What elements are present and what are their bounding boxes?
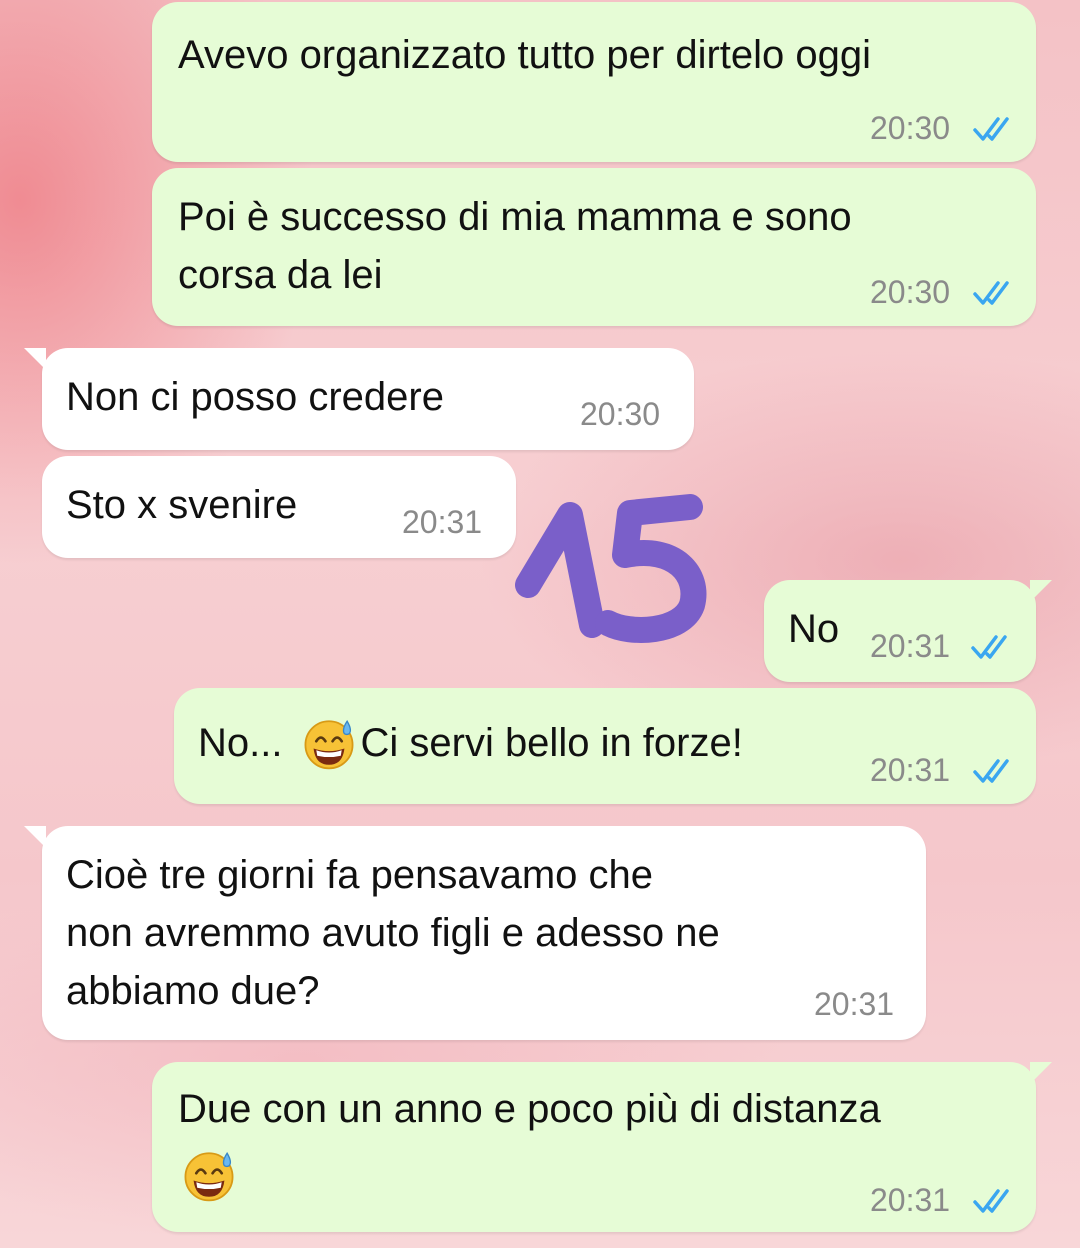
message-time: 20:30: [580, 396, 661, 432]
grinning-sweat-emoji-icon: [305, 719, 354, 770]
message-outgoing[interactable]: Due con un anno e poco più di distanza 2…: [152, 1062, 1052, 1232]
message-text: Cioè tre giorni fa pensavamo che non avr…: [66, 853, 720, 1013]
message-text: No: [788, 607, 840, 651]
message-text: No... Ci servi bello in forze!: [198, 714, 743, 772]
message-incoming[interactable]: Sto x svenire 20:31: [42, 456, 516, 558]
grinning-sweat-emoji-icon: [184, 1151, 234, 1202]
message-text: Sto x svenire: [66, 483, 298, 527]
read-receipt-icon: [973, 281, 1009, 305]
message-time: 20:31: [870, 1182, 951, 1218]
read-receipt-icon: [973, 117, 1009, 141]
read-receipt-icon: [973, 1189, 1009, 1213]
message-time: 20:30: [870, 274, 951, 310]
message-outgoing[interactable]: Poi è successo di mia mamma e sono corsa…: [152, 168, 1036, 326]
handwritten-15-overlay: 15: [515, 494, 707, 643]
message-time: 20:31: [814, 986, 895, 1022]
message-text-after: Ci servi bello in forze!: [360, 721, 743, 765]
message-outgoing[interactable]: Avevo organizzato tutto per dirtelo oggi…: [152, 2, 1036, 162]
message-time: 20:31: [870, 628, 951, 664]
message-time: 20:31: [402, 504, 483, 540]
read-receipt-icon: [973, 759, 1009, 783]
message-outgoing[interactable]: No 20:31: [764, 580, 1052, 682]
message-time: 20:30: [870, 110, 951, 146]
read-receipt-icon: [971, 635, 1007, 659]
message-text: Poi è successo di mia mamma e sono corsa…: [178, 195, 852, 297]
message-incoming[interactable]: Cioè tre giorni fa pensavamo che non avr…: [24, 826, 926, 1040]
message-time: 20:31: [870, 752, 951, 788]
message-text: Avevo organizzato tutto per dirtelo oggi: [178, 33, 872, 77]
chat-area: Avevo organizzato tutto per dirtelo oggi…: [0, 0, 1080, 1248]
message-incoming[interactable]: Non ci posso credere 20:30: [24, 348, 694, 450]
message-text: Non ci posso credere: [66, 375, 444, 419]
message-text: Due con un anno e poco più di distanza: [178, 1087, 881, 1131]
message-text-before: No...: [198, 721, 283, 765]
message-outgoing[interactable]: No... Ci servi bello in forze! 20:31: [174, 688, 1036, 804]
